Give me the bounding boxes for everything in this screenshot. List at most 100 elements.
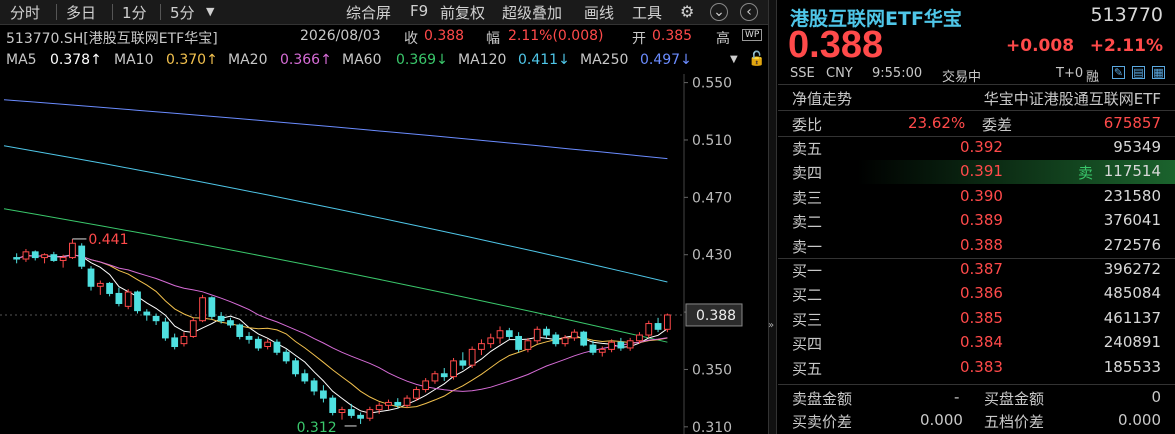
composite-screen-button[interactable]: 综合屏 xyxy=(346,2,391,23)
chevron-left-icon[interactable]: ‹ xyxy=(740,3,758,21)
edit-icon[interactable]: ✎ xyxy=(1112,66,1125,79)
candle-body xyxy=(87,268,95,287)
candle-body xyxy=(450,360,457,378)
ask-row-3[interactable]: 卖三 0.390 231580 xyxy=(778,185,1175,209)
moving-average-lines xyxy=(3,99,668,414)
quote-time: 9:55:00 xyxy=(872,66,923,81)
ask-level-volume: 376041 xyxy=(1103,211,1161,230)
period-dropdown-icon[interactable]: ▼ xyxy=(206,5,214,18)
bid-level-volume: 461137 xyxy=(1103,308,1161,327)
ma250-line xyxy=(3,99,668,160)
ma250-label: MA250 xyxy=(580,52,629,68)
tab-intraday[interactable]: 分时 xyxy=(10,2,40,23)
expand-arrow-icon[interactable]: » xyxy=(768,320,774,331)
buy-amount-label: 买盘金额 xyxy=(984,390,1045,408)
y-tick-label: 0.350 xyxy=(692,362,732,378)
candle-body xyxy=(626,340,634,349)
divider xyxy=(778,384,1175,385)
lock-icon[interactable]: 🔓 xyxy=(748,51,765,67)
trading-status: 交易中 xyxy=(942,70,982,85)
ma120-line xyxy=(3,145,668,283)
open-label: 开 xyxy=(632,31,646,47)
candle-body xyxy=(254,338,262,349)
candle-body xyxy=(282,351,290,362)
candle-body xyxy=(366,409,374,419)
candle-body xyxy=(152,315,160,322)
candle-body xyxy=(636,334,643,342)
candle-body xyxy=(59,257,67,261)
candle-body xyxy=(50,254,58,261)
candle-body xyxy=(487,337,495,345)
candle-body xyxy=(310,380,318,392)
ma120-value: 0.411↓ xyxy=(518,52,570,68)
ma60-line xyxy=(3,208,668,343)
ma60-label: MA60 xyxy=(342,52,382,68)
chart-toolbar: 分时 多日 1分 5分 ▼ 综合屏 F9 前复权 超级叠加 画线 工具 ⚙ ⌄ … xyxy=(0,0,768,25)
ask-level-label: 卖四 xyxy=(792,164,823,183)
candle-body xyxy=(412,389,420,399)
candle-body xyxy=(31,251,39,259)
change-label: 幅 xyxy=(486,31,500,47)
chevron-down-icon[interactable]: ⌄ xyxy=(710,3,728,21)
sell-tag: 卖 xyxy=(1078,164,1094,183)
bid-row-3[interactable]: 买三 0.385 461137 xyxy=(778,307,1175,331)
candle-body xyxy=(645,323,653,336)
ask-level-price: 0.390 xyxy=(960,186,1003,205)
ask-level-volume: 95349 xyxy=(1113,138,1161,156)
chart-icon[interactable]: ▤ xyxy=(1132,66,1145,79)
candle-body xyxy=(189,320,197,337)
ask-row-5[interactable]: 卖一 0.388 272576 xyxy=(778,234,1175,258)
bid-ask-spread-label: 买卖价差 xyxy=(792,413,853,431)
candle-body xyxy=(96,282,104,287)
candle-body xyxy=(375,404,383,411)
bid-level-label: 买四 xyxy=(792,335,823,354)
candle-body xyxy=(22,251,30,260)
overlay-button[interactable]: 超级叠加 xyxy=(502,2,562,23)
candle-body xyxy=(598,348,606,353)
current-price-label: 0.388 xyxy=(696,308,736,324)
gear-icon[interactable]: ⚙ xyxy=(680,2,694,21)
wp-badge-icon[interactable]: WP xyxy=(742,29,763,41)
ask-row-4[interactable]: 卖二 0.389 376041 xyxy=(778,209,1175,233)
bid-row-4[interactable]: 买四 0.384 240891 xyxy=(778,331,1175,355)
bid-level-price: 0.384 xyxy=(960,333,1003,352)
tab-multi-day[interactable]: 多日 xyxy=(66,2,96,23)
y-tick-label: 0.510 xyxy=(692,133,732,149)
ask-row-1[interactable]: 卖五 0.392 95349 xyxy=(778,136,1175,160)
tools-button[interactable]: 工具 xyxy=(632,2,662,23)
ask-row-2[interactable]: 卖四 0.391 卖 117514 xyxy=(778,160,1175,185)
tab-5min[interactable]: 5分 xyxy=(170,2,195,23)
y-tick-label: 0.310 xyxy=(692,420,732,434)
grid-icon[interactable]: ▦ xyxy=(1152,66,1165,79)
draw-line-button[interactable]: 画线 xyxy=(584,2,614,23)
bid-level-price: 0.386 xyxy=(960,284,1003,303)
ma-dropdown-icon[interactable]: ▼ xyxy=(730,54,738,65)
candle-body xyxy=(496,330,504,339)
bid-row-5[interactable]: 买五 0.383 185533 xyxy=(778,356,1175,380)
toolbar-divider xyxy=(160,4,161,20)
ask-level-price: 0.389 xyxy=(960,211,1003,230)
bid-level-volume: 396272 xyxy=(1103,260,1161,278)
panel-splitter[interactable]: » xyxy=(768,0,777,434)
close-label: 收 xyxy=(404,31,418,47)
f9-button[interactable]: F9 xyxy=(410,2,428,20)
ma5-value: 0.378↑ xyxy=(50,52,102,68)
ma10-label: MA10 xyxy=(114,52,154,68)
tab-1min[interactable]: 1分 xyxy=(122,2,147,23)
candle-body xyxy=(208,297,216,317)
high-label: 高 xyxy=(716,31,730,47)
ask-level-label: 卖三 xyxy=(792,188,823,207)
nav-trend-link[interactable]: 净值走势 xyxy=(792,88,852,109)
candle-body xyxy=(608,341,615,350)
kline-chart[interactable]: 0.5500.5100.4700.4300.3900.3500.3100.388… xyxy=(0,74,768,434)
ma5-line xyxy=(16,254,668,414)
bid-row-2[interactable]: 买二 0.386 485084 xyxy=(778,282,1175,306)
bid-row-1[interactable]: 买一 0.387 396272 xyxy=(778,258,1175,282)
candle-body xyxy=(301,373,309,382)
candle-body xyxy=(654,323,662,330)
ask-level-volume: 117514 xyxy=(1103,162,1161,181)
weibi-label: 委比 xyxy=(792,116,823,134)
forward-adjust-button[interactable]: 前复权 xyxy=(440,2,485,23)
five-level-spread-value: 0.000 xyxy=(1118,411,1161,429)
low-marker-label: 0.312 xyxy=(297,420,337,434)
